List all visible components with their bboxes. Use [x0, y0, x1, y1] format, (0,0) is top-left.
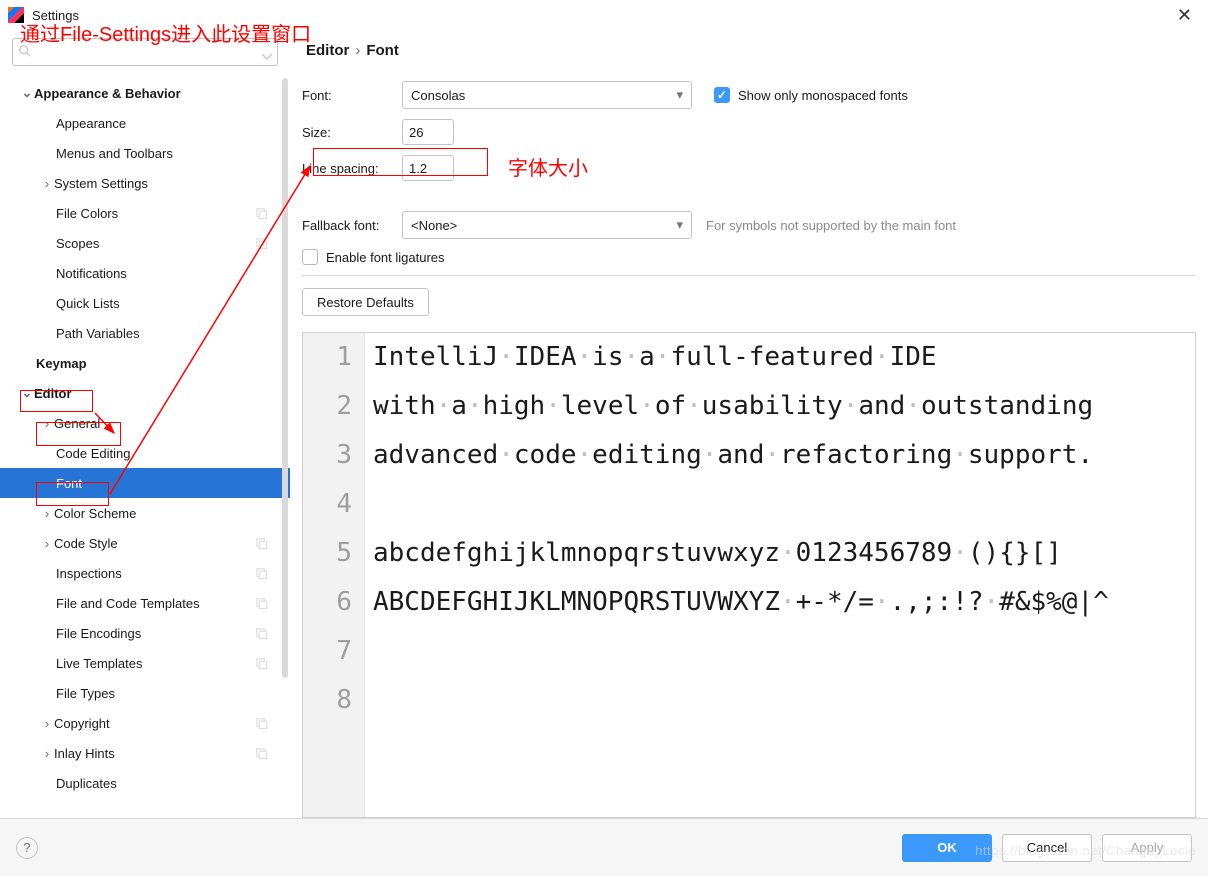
- chevron-down-icon[interactable]: [262, 48, 272, 63]
- chevron-right-icon: ›: [40, 506, 54, 521]
- font-select[interactable]: Consolas ▾: [402, 81, 692, 109]
- tree-item[interactable]: ›Inlay Hints: [0, 738, 290, 768]
- tree-item-label: System Settings: [54, 176, 148, 191]
- tree-item[interactable]: File and Code Templates: [0, 588, 290, 618]
- tree-item-label: Duplicates: [56, 776, 117, 791]
- tree-item-label: Editor: [34, 386, 72, 401]
- monospace-checkbox[interactable]: Show only monospaced fonts: [714, 87, 908, 103]
- settings-tree[interactable]: ⌄Appearance & BehaviorAppearanceMenus an…: [0, 74, 290, 818]
- chevron-down-icon: ▾: [676, 87, 683, 103]
- tree-item[interactable]: Keymap: [0, 348, 290, 378]
- help-button[interactable]: ?: [16, 837, 38, 859]
- tree-item[interactable]: Code Editing: [0, 438, 290, 468]
- tree-item[interactable]: File Colors: [0, 198, 290, 228]
- chevron-right-icon: ›: [40, 746, 54, 761]
- chevron-right-icon: ›: [40, 176, 54, 191]
- tree-item[interactable]: ⌄Editor: [0, 378, 290, 408]
- chevron-down-icon: ▾: [676, 217, 683, 233]
- copy-icon: [255, 537, 268, 550]
- tree-item-label: Appearance: [56, 116, 126, 131]
- tree-item-label: Inspections: [56, 566, 122, 581]
- tree-item-label: Inlay Hints: [54, 746, 115, 761]
- tree-item-label: Keymap: [36, 356, 87, 371]
- copy-icon: [255, 567, 268, 580]
- tree-item[interactable]: ›Copyright: [0, 708, 290, 738]
- gutter: 1 2 3 4 5 6 7 8: [303, 333, 365, 817]
- app-icon: [8, 7, 24, 23]
- ligatures-checkbox[interactable]: Enable font ligatures: [302, 249, 445, 265]
- tree-item[interactable]: Font: [0, 468, 290, 498]
- dialog-footer: ? OK Cancel Apply: [0, 818, 1208, 876]
- breadcrumb: Editor›Font: [290, 30, 1208, 71]
- search-input[interactable]: [12, 38, 278, 66]
- tree-item-label: File Types: [56, 686, 115, 701]
- tree-item-label: File Encodings: [56, 626, 141, 641]
- chevron-right-icon: ›: [40, 716, 54, 731]
- copy-icon: [255, 627, 268, 640]
- window-title: Settings: [32, 8, 1169, 23]
- tree-item[interactable]: ›General: [0, 408, 290, 438]
- tree-item[interactable]: File Types: [0, 678, 290, 708]
- apply-button[interactable]: Apply: [1102, 834, 1192, 862]
- ok-button[interactable]: OK: [902, 834, 992, 862]
- tree-item[interactable]: ›System Settings: [0, 168, 290, 198]
- tree-item-label: File Colors: [56, 206, 118, 221]
- chevron-down-icon: ⌄: [20, 85, 34, 101]
- title-bar: Settings ✕: [0, 0, 1208, 30]
- chevron-right-icon: ›: [40, 416, 54, 431]
- fallback-label: Fallback font:: [302, 218, 402, 233]
- cancel-button[interactable]: Cancel: [1002, 834, 1092, 862]
- tree-item-label: Live Templates: [56, 656, 142, 671]
- copy-icon: [255, 597, 268, 610]
- line-spacing-label: Line spacing:: [302, 161, 402, 176]
- tree-item-label: Path Variables: [56, 326, 140, 341]
- tree-item-label: Notifications: [56, 266, 127, 281]
- tree-item-label: Code Style: [54, 536, 118, 551]
- tree-item-label: Quick Lists: [56, 296, 120, 311]
- tree-item[interactable]: ›Color Scheme: [0, 498, 290, 528]
- tree-item[interactable]: ›Code Style: [0, 528, 290, 558]
- copy-icon: [255, 657, 268, 670]
- tree-item-label: File and Code Templates: [56, 596, 200, 611]
- tree-item-label: Font: [56, 476, 82, 491]
- tree-item-label: Color Scheme: [54, 506, 136, 521]
- size-label: Size:: [302, 125, 402, 140]
- chevron-down-icon: ⌄: [20, 385, 34, 401]
- tree-item[interactable]: Notifications: [0, 258, 290, 288]
- font-label: Font:: [302, 88, 402, 103]
- chevron-right-icon: ›: [40, 536, 54, 551]
- copy-icon: [255, 717, 268, 730]
- tree-item-label: Code Editing: [56, 446, 130, 461]
- tree-item-label: Scopes: [56, 236, 99, 251]
- tree-item[interactable]: ⌄Appearance & Behavior: [0, 78, 290, 108]
- tree-item[interactable]: Duplicates: [0, 768, 290, 798]
- tree-item[interactable]: File Encodings: [0, 618, 290, 648]
- copy-icon: [255, 747, 268, 760]
- tree-item[interactable]: Scopes: [0, 228, 290, 258]
- tree-item[interactable]: Path Variables: [0, 318, 290, 348]
- search-icon: [18, 44, 32, 58]
- line-spacing-input[interactable]: 1.2: [402, 155, 454, 181]
- tree-item[interactable]: Quick Lists: [0, 288, 290, 318]
- tree-item[interactable]: Live Templates: [0, 648, 290, 678]
- font-preview-editor[interactable]: 1 2 3 4 5 6 7 8 IntelliJ·IDEA·is·a·full-…: [302, 332, 1196, 818]
- tree-item-label: General: [54, 416, 100, 431]
- size-input[interactable]: 26: [402, 119, 454, 145]
- sidebar: ⌄Appearance & BehaviorAppearanceMenus an…: [0, 30, 290, 818]
- fallback-hint: For symbols not supported by the main fo…: [706, 218, 956, 233]
- tree-item-label: Appearance & Behavior: [34, 86, 181, 101]
- tree-item[interactable]: Appearance: [0, 108, 290, 138]
- restore-defaults-button[interactable]: Restore Defaults: [302, 288, 429, 316]
- copy-icon: [255, 207, 268, 220]
- fallback-select[interactable]: <None> ▾: [402, 211, 692, 239]
- tree-item-label: Copyright: [54, 716, 110, 731]
- close-icon[interactable]: ✕: [1169, 5, 1200, 26]
- scrollbar[interactable]: [282, 78, 288, 678]
- tree-item-label: Menus and Toolbars: [56, 146, 173, 161]
- copy-icon: [255, 237, 268, 250]
- tree-item[interactable]: Inspections: [0, 558, 290, 588]
- tree-item[interactable]: Menus and Toolbars: [0, 138, 290, 168]
